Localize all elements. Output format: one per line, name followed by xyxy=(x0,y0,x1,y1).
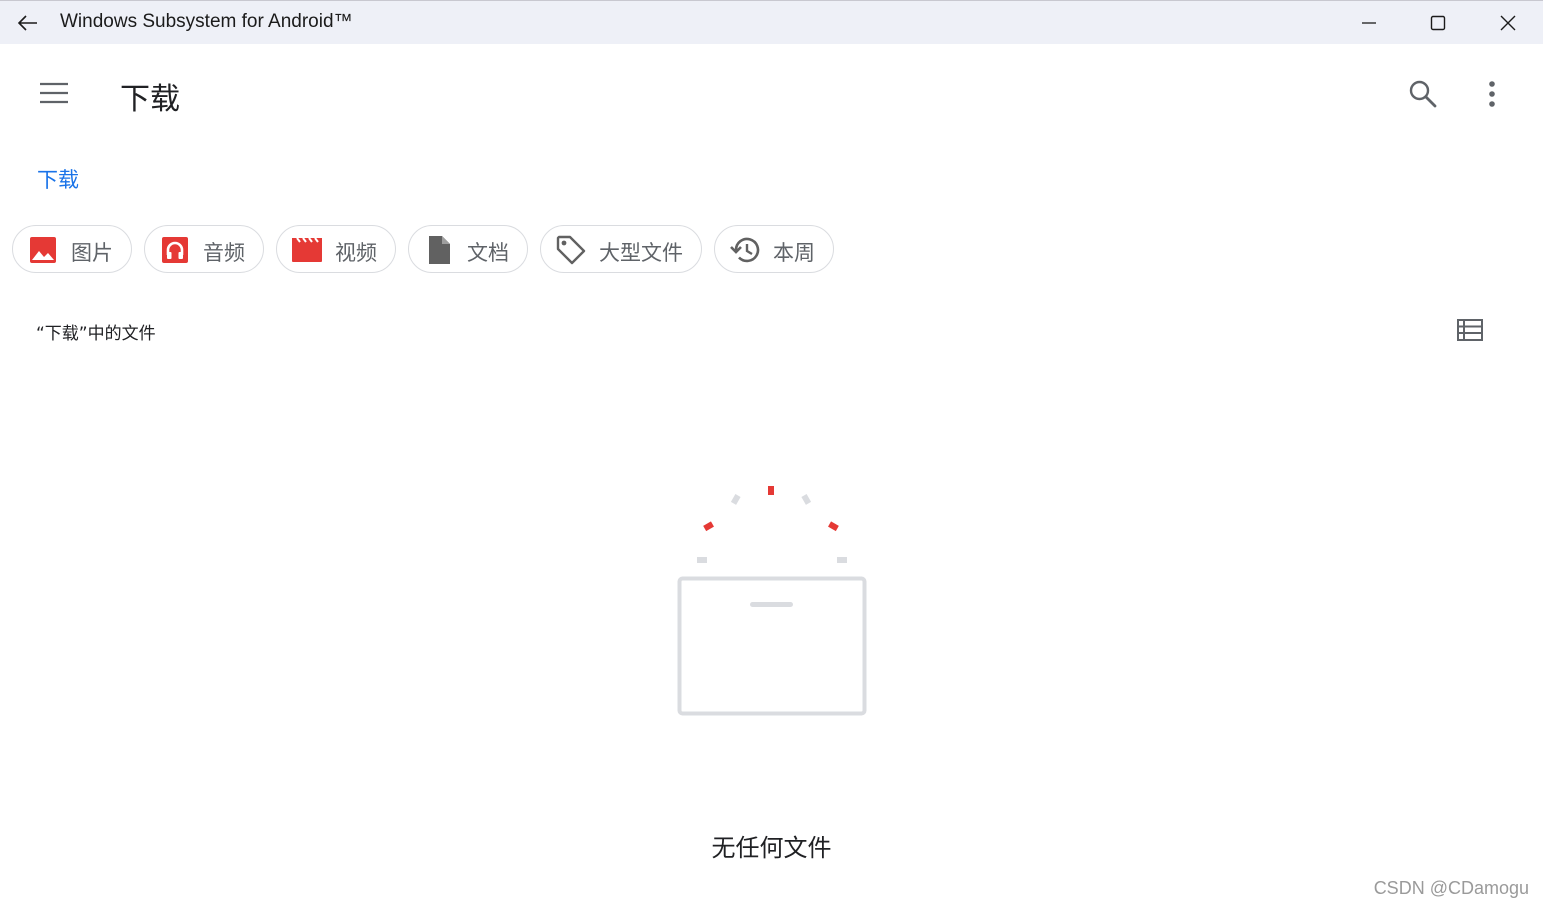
more-options-button[interactable] xyxy=(1470,72,1514,116)
chip-large-files[interactable]: 大型文件 xyxy=(540,225,702,273)
maximize-button[interactable] xyxy=(1408,5,1468,41)
maximize-icon xyxy=(1430,15,1446,31)
window-title: Windows Subsystem for Android™ xyxy=(60,11,353,32)
breadcrumb: 下载 xyxy=(37,164,79,194)
empty-state-message: 无任何文件 xyxy=(711,834,832,862)
close-button[interactable] xyxy=(1478,5,1538,41)
chip-videos[interactable]: 视频 xyxy=(276,225,396,273)
headphones-icon xyxy=(159,234,191,266)
window-title-bar: Windows Subsystem for Android™ xyxy=(0,0,1543,44)
search-button[interactable] xyxy=(1400,72,1446,116)
page-title: 下载 xyxy=(120,82,180,117)
document-icon xyxy=(423,234,455,266)
hamburger-menu-icon xyxy=(40,82,68,104)
minimize-icon xyxy=(1362,22,1376,24)
chip-this-week[interactable]: 本周 xyxy=(714,225,834,273)
tag-icon xyxy=(555,234,587,266)
view-toggle-button[interactable] xyxy=(1450,312,1490,348)
list-view-icon xyxy=(1457,319,1483,341)
chip-label: 音频 xyxy=(203,241,245,265)
minimize-button[interactable] xyxy=(1339,5,1399,41)
close-icon xyxy=(1500,15,1516,31)
image-icon xyxy=(27,234,59,266)
chip-label: 大型文件 xyxy=(599,241,683,265)
chip-label: 文档 xyxy=(467,241,509,265)
navigation-drawer-button[interactable] xyxy=(30,72,78,114)
history-icon xyxy=(729,234,761,266)
movie-icon xyxy=(291,234,323,266)
chip-label: 图片 xyxy=(71,241,113,265)
back-button[interactable] xyxy=(12,9,42,37)
empty-box-icon xyxy=(660,470,885,730)
chip-audio[interactable]: 音频 xyxy=(144,225,264,273)
chip-label: 视频 xyxy=(335,241,377,265)
chip-documents[interactable]: 文档 xyxy=(408,225,528,273)
breadcrumb-item-downloads[interactable]: 下载 xyxy=(37,168,79,192)
more-vert-icon xyxy=(1489,81,1495,107)
watermark: CSDN @CDamogu xyxy=(1373,878,1529,898)
back-arrow-icon xyxy=(17,15,37,31)
search-icon xyxy=(1409,80,1437,108)
chip-images[interactable]: 图片 xyxy=(12,225,132,273)
section-title: “下载”中的文件 xyxy=(36,324,156,344)
chip-label: 本周 xyxy=(773,241,815,265)
